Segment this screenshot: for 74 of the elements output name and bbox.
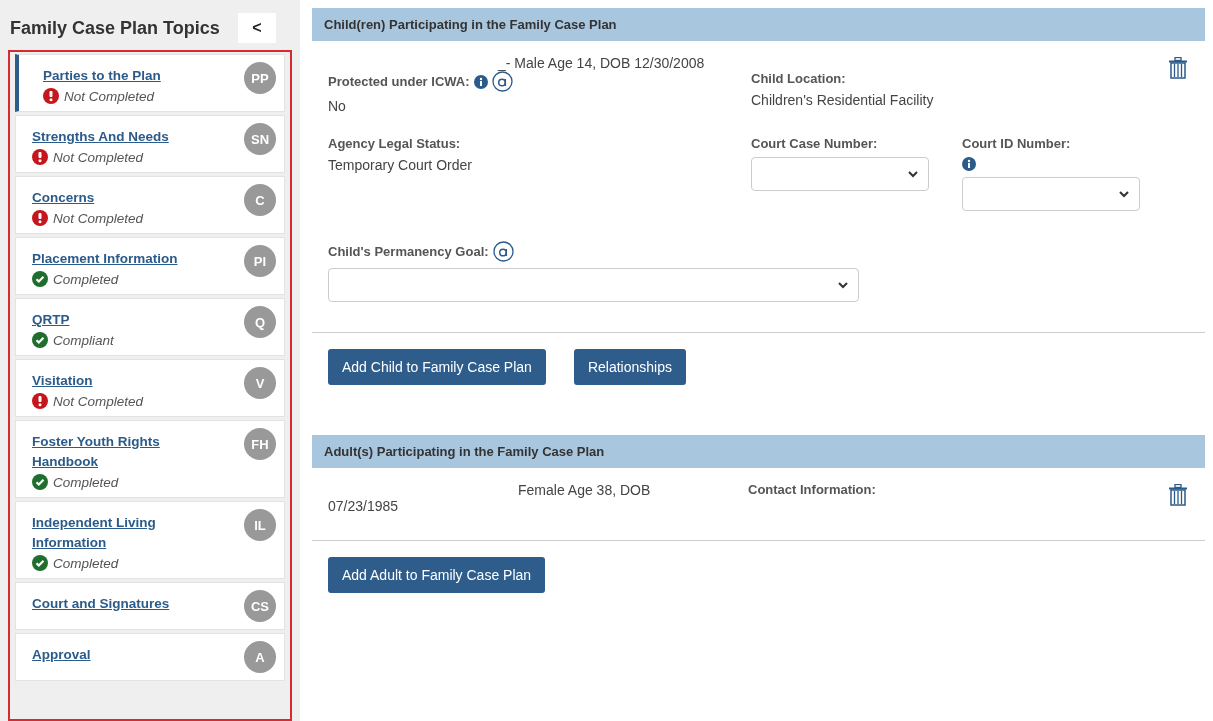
topic-link[interactable]: Foster Youth Rights Handbook [32, 432, 217, 472]
collapse-button[interactable]: < [238, 13, 276, 43]
trash-icon[interactable] [1169, 57, 1187, 79]
status-text: Completed [53, 474, 119, 490]
adult-summary: Female Age 38, DOB 07/23/1985 [328, 482, 652, 514]
at-sign-icon[interactable] [491, 71, 513, 92]
topic-initials: IL [244, 509, 276, 541]
field-label: Agency Legal Status: [328, 136, 462, 151]
topic-initials: A [244, 641, 276, 673]
status-text: Completed [53, 555, 119, 571]
status-text: Not Completed [53, 393, 144, 409]
topic-link[interactable]: Parties to the Plan [43, 66, 161, 86]
check-icon [32, 332, 48, 348]
topic-link[interactable]: Concerns [32, 188, 144, 208]
topic-link[interactable]: Independent Living Information [32, 513, 217, 553]
field-label: Contact Information: [748, 482, 876, 497]
field-label: Court Case Number: [751, 136, 879, 151]
error-icon [32, 149, 48, 165]
topic-link[interactable]: Visitation [32, 371, 144, 391]
topic-card[interactable]: Approval A [15, 633, 285, 681]
check-icon [32, 474, 48, 490]
status-text: Completed [53, 271, 119, 287]
chevron-down-icon [908, 170, 918, 178]
at-sign-icon[interactable] [492, 241, 514, 262]
field-value: Children's Residential Facility [751, 92, 935, 108]
error-icon [32, 393, 48, 409]
section-header: Adult(s) Participating in the Family Case Plan [312, 435, 1205, 468]
topic-initials: Q [244, 306, 276, 338]
topic-card[interactable]: Concerns Not Completed C [15, 176, 285, 234]
info-icon[interactable] [962, 157, 976, 171]
check-icon [32, 271, 48, 287]
topic-initials: PP [244, 62, 276, 94]
topic-link[interactable]: Approval [32, 645, 91, 665]
action-button[interactable]: Add Adult to Family Case Plan [328, 557, 546, 593]
chevron-down-icon [838, 281, 848, 289]
action-button[interactable]: Relationships [573, 349, 686, 385]
section-header: Child(ren) Participating in the Family Case Plan [312, 8, 1205, 41]
topic-initials: FH [244, 428, 276, 460]
topic-card[interactable]: Visitation Not Completed V [15, 359, 285, 417]
check-icon [32, 555, 48, 571]
topic-link[interactable]: Placement Information [32, 249, 178, 269]
action-button[interactable]: Add Child to Family Case Plan [328, 349, 546, 385]
error-icon [43, 88, 59, 104]
topic-initials: SN [244, 123, 276, 155]
topic-card[interactable]: Foster Youth Rights Handbook Completed FH [15, 420, 285, 498]
child-summary: _- Male Age 14, DOB 12/30/2008 [496, 55, 706, 71]
trash-icon[interactable] [1169, 484, 1187, 506]
topic-card[interactable]: Parties to the Plan Not Completed PP [15, 54, 285, 112]
field-label: Child Location: [751, 71, 847, 86]
status-text: Not Completed [64, 88, 155, 104]
topic-card[interactable]: Independent Living Information Completed IL [15, 501, 285, 579]
chevron-down-icon [1119, 190, 1129, 198]
topic-card[interactable]: Placement Information Completed PI [15, 237, 285, 295]
topic-initials: CS [244, 590, 276, 622]
status-text: Not Completed [53, 149, 144, 165]
topic-initials: C [244, 184, 276, 216]
field-label: Child's Permanency Goal: [328, 244, 489, 259]
error-icon [32, 210, 48, 226]
sidebar-title: Family Case Plan Topics [10, 17, 220, 39]
field-value: No [328, 98, 347, 114]
topic-card[interactable]: Strengths And Needs Not Completed SN [15, 115, 285, 173]
topic-link[interactable]: Court and Signatures [32, 594, 170, 614]
topic-card[interactable]: QRTP Compliant Q [15, 298, 285, 356]
info-icon[interactable] [473, 74, 488, 89]
status-text: Not Completed [53, 210, 144, 226]
topic-card[interactable]: Court and Signatures CS [15, 582, 285, 630]
topic-initials: V [244, 367, 276, 399]
topic-link[interactable]: QRTP [32, 310, 114, 330]
field-value: Temporary Court Order [328, 157, 473, 173]
field-label: Protected under ICWA: [328, 74, 470, 89]
status-text: Compliant [53, 332, 114, 348]
field-label: Court ID Number: [962, 136, 1072, 151]
topic-initials: PI [244, 245, 276, 277]
topic-link[interactable]: Strengths And Needs [32, 127, 169, 147]
